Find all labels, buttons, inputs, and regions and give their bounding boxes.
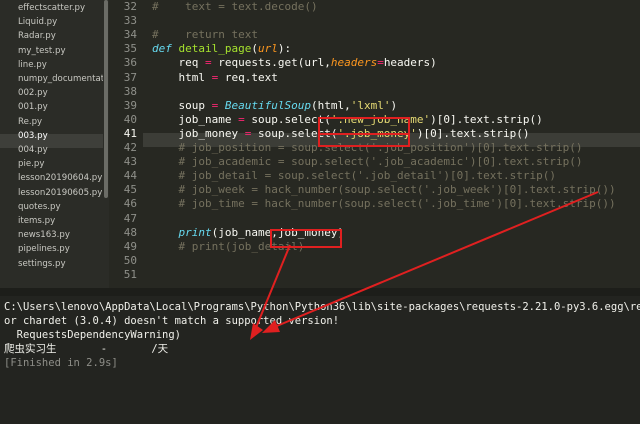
sidebar-file-item[interactable]: 002.py: [18, 86, 48, 100]
line-number: 32: [123, 0, 137, 13]
line-number: 34: [123, 28, 137, 42]
line-number: 44: [123, 169, 137, 183]
line-number: 42: [123, 141, 137, 154]
output-line: 爬虫实习生 - /天: [4, 343, 169, 355]
code-line[interactable]: # return text: [152, 28, 258, 42]
line-number: 35: [123, 42, 137, 56]
sidebar-file-item[interactable]: 004.py: [18, 143, 48, 157]
sidebar-file-item[interactable]: 001.py: [18, 100, 48, 114]
line-number: 47: [123, 211, 137, 225]
line-number: 49: [123, 239, 137, 253]
code-line[interactable]: # job_week = hack_number(soup.select('.j…: [152, 183, 616, 197]
line-number: 36: [123, 56, 137, 70]
code-line[interactable]: def detail_page(url):: [152, 42, 291, 56]
code-line[interactable]: # job_detail = soup.select('.job_detail'…: [152, 169, 557, 183]
sidebar-file-item[interactable]: my_test.py: [18, 44, 66, 58]
panel-divider[interactable]: [0, 288, 640, 296]
line-number: 50: [123, 253, 137, 267]
line-number: 40: [123, 112, 137, 126]
sidebar-file-item[interactable]: Liquid.py: [18, 15, 57, 29]
line-number: 38: [123, 84, 137, 98]
file-sidebar: effectscatter.py Liquid.py Radar.py my_test…: [0, 0, 103, 288]
annotation-box-print-money: [270, 229, 342, 248]
line-number: 41: [123, 126, 137, 140]
output-line: [Finished in 2.9s]: [4, 357, 118, 369]
code-line[interactable]: # job_academic = soup.select('.job_acade…: [152, 155, 583, 169]
sidebar-file-item[interactable]: settings.py: [18, 257, 66, 271]
line-number: 48: [123, 225, 137, 239]
line-number: 45: [123, 183, 137, 197]
code-line[interactable]: # text = text.decode(): [152, 0, 318, 14]
annotation-box-job-money: [318, 129, 410, 147]
line-number: 39: [123, 98, 137, 112]
code-line[interactable]: html = req.text: [152, 71, 277, 85]
sidebar-file-item[interactable]: line.py: [18, 58, 47, 72]
code-line[interactable]: req = requests.get(url,headers=headers): [152, 56, 436, 70]
line-number: 33: [123, 14, 137, 28]
sidebar-file-item[interactable]: lesson20190605.py: [18, 186, 102, 200]
sidebar-file-item[interactable]: pipelines.py: [18, 242, 70, 256]
line-number: 51: [123, 267, 137, 281]
sidebar-file-item[interactable]: numpy_documentatio: [18, 72, 103, 86]
sidebar-file-item[interactable]: 003.py: [18, 129, 48, 143]
selected-file-highlight: [0, 134, 103, 148]
code-line[interactable]: # job_time = hack_number(soup.select('.j…: [152, 197, 616, 211]
build-output-panel: C:\Users\lenovo\AppData\Local\Programs\P…: [0, 296, 640, 424]
output-line: RequestsDependencyWarning): [4, 329, 182, 341]
sidebar-file-item[interactable]: items.py: [18, 214, 55, 228]
sidebar-file-item[interactable]: quotes.py: [18, 200, 61, 214]
output-line: or chardet (3.0.4) doesn't match a suppo…: [4, 315, 340, 327]
line-number: 43: [123, 155, 137, 169]
sidebar-file-item[interactable]: Re.py: [18, 115, 42, 129]
code-line[interactable]: soup = BeautifulSoup(html,'lxml'): [152, 99, 397, 113]
sidebar-file-item[interactable]: effectscatter.py: [18, 1, 85, 15]
sidebar-file-item[interactable]: news163.py: [18, 228, 70, 242]
line-number: 37: [123, 70, 137, 84]
output-line: C:\Users\lenovo\AppData\Local\Programs\P…: [4, 301, 640, 313]
line-number: 46: [123, 197, 137, 211]
sidebar-file-item[interactable]: Radar.py: [18, 29, 56, 43]
sidebar-file-item[interactable]: lesson20190604.py: [18, 171, 102, 185]
sidebar-scrollbar-thumb[interactable]: [104, 0, 108, 198]
sidebar-file-item[interactable]: pie.py: [18, 157, 44, 171]
